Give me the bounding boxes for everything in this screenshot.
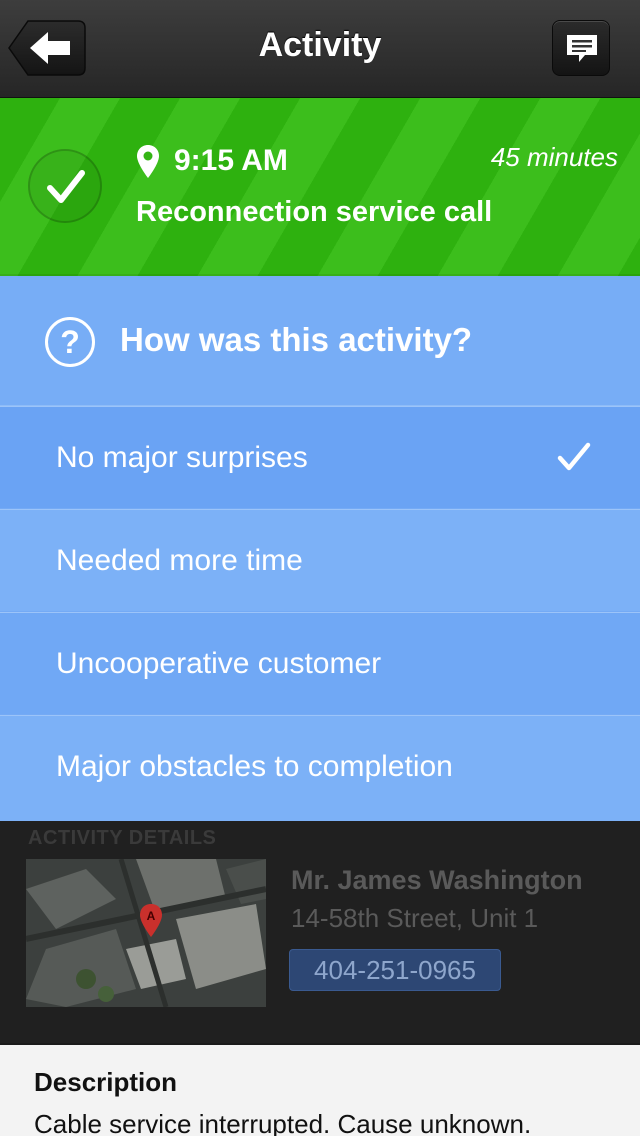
nav-bar: Activity [0, 0, 640, 98]
message-button[interactable] [552, 20, 610, 76]
speech-bubble-icon [567, 35, 597, 62]
phone-button[interactable]: 404-251-0965 [289, 949, 501, 991]
activity-duration: 45 minutes [490, 142, 618, 172]
page-title: Activity [258, 26, 382, 64]
option-label: Needed more time [56, 544, 303, 577]
feedback-panel: ? How was this activity? No major surpri… [0, 276, 640, 821]
map-pin-icon [137, 145, 159, 178]
option-no-major-surprises[interactable]: No major surprises [0, 406, 640, 508]
customer-name: Mr. James Washington [291, 865, 583, 895]
activity-details: ACTIVITY DETAILS A Mr. James Washington … [0, 821, 640, 1043]
option-major-obstacles[interactable]: Major obstacles to completion [0, 715, 640, 821]
activity-time: 9:15 AM [174, 144, 288, 177]
feedback-question: ? How was this activity? [0, 276, 640, 406]
map-marker-label: A [147, 909, 156, 923]
question-icon: ? [45, 317, 95, 367]
description-section: Description Cable service interrupted. C… [0, 1043, 640, 1136]
option-label: Uncooperative customer [56, 647, 382, 680]
option-label: Major obstacles to completion [56, 750, 453, 783]
description-label: Description [34, 1067, 178, 1097]
option-label: No major surprises [56, 441, 308, 474]
activity-title: Reconnection service call [136, 196, 493, 228]
map-thumbnail[interactable]: A [26, 859, 266, 1007]
activity-summary: 9:15 AM 45 minutes Reconnection service … [0, 98, 640, 276]
description-text: Cable service interrupted. Cause unknown… [34, 1109, 532, 1136]
satellite-map: A [26, 859, 266, 1007]
checkmark-icon [557, 442, 591, 471]
question-text: How was this activity? [120, 321, 473, 358]
option-needed-more-time[interactable]: Needed more time [0, 509, 640, 611]
checkmark-icon [47, 170, 85, 203]
section-heading: ACTIVITY DETAILS [28, 827, 217, 849]
option-uncooperative-customer[interactable]: Uncooperative customer [0, 612, 640, 714]
status-circle[interactable] [28, 149, 102, 223]
customer-address: 14-58th Street, Unit 1 [291, 903, 539, 933]
